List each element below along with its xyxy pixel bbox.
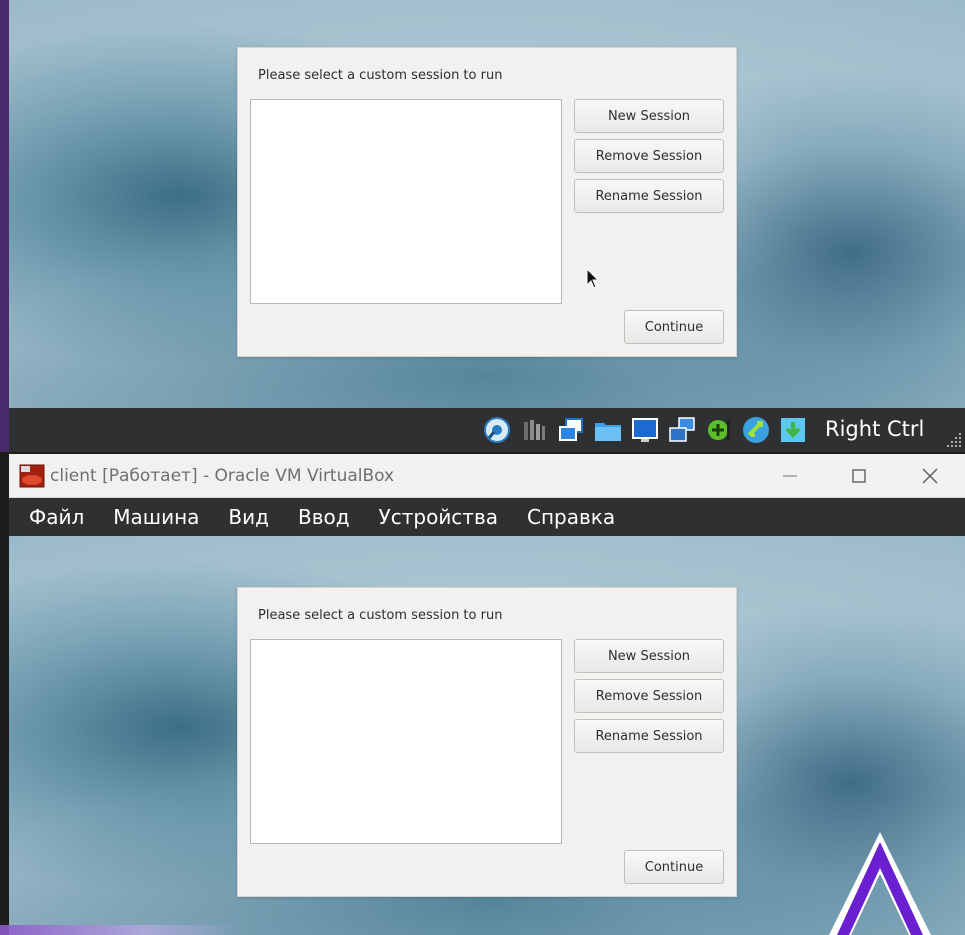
network-icon[interactable] [556, 415, 586, 445]
session-list[interactable] [250, 639, 562, 844]
mouse-integration-icon[interactable] [741, 415, 771, 445]
audio-icon[interactable] [519, 415, 549, 445]
dialog-prompt: Please select a custom session to run [258, 68, 503, 83]
guest-desktop[interactable]: Please select a custom session to run Ne… [9, 0, 965, 408]
remove-session-button[interactable]: Remove Session [574, 679, 724, 713]
continue-button[interactable]: Continue [624, 850, 724, 884]
menu-file[interactable]: Файл [9, 505, 99, 529]
video-capture-icon[interactable] [667, 415, 697, 445]
vm-status-bar: Right Ctrl [9, 408, 965, 452]
new-session-button[interactable]: New Session [574, 639, 724, 673]
window-border [0, 0, 9, 452]
window-title: client [Работает] - Oracle VM VirtualBox [50, 466, 395, 486]
menu-machine[interactable]: Машина [99, 505, 214, 529]
download-icon[interactable] [778, 415, 808, 445]
minimize-icon[interactable] [767, 460, 813, 492]
session-list[interactable] [250, 99, 562, 304]
rename-session-button[interactable]: Rename Session [574, 179, 724, 213]
menu-view[interactable]: Вид [214, 505, 284, 529]
triangle-logo-icon [829, 832, 931, 935]
menu-devices[interactable]: Устройства [364, 505, 512, 529]
virtualbox-app-icon [19, 464, 45, 488]
mouse-cursor-icon [586, 268, 600, 289]
host-key-label[interactable]: Right Ctrl [825, 417, 924, 441]
rename-session-button[interactable]: Rename Session [574, 719, 724, 753]
menu-bar: Файл Машина Вид Ввод Устройства Справка [9, 498, 965, 536]
remove-session-button[interactable]: Remove Session [574, 139, 724, 173]
close-icon[interactable] [907, 460, 953, 492]
virtualbox-window: client [Работает] - Oracle VM VirtualBox… [9, 454, 965, 935]
maximize-icon[interactable] [836, 460, 882, 492]
window-titlebar[interactable]: client [Работает] - Oracle VM VirtualBox [9, 454, 965, 498]
vm-display-top: Please select a custom session to run Ne… [0, 0, 965, 452]
resize-grip-icon[interactable] [945, 431, 963, 449]
session-dialog: Please select a custom session to run Ne… [237, 47, 737, 357]
guest-desktop-bottom[interactable]: Please select a custom session to run Ne… [9, 536, 965, 935]
display-icon[interactable] [630, 415, 660, 445]
menu-input[interactable]: Ввод [283, 505, 364, 529]
desktop-edge [0, 452, 9, 935]
taskbar-glow [0, 925, 240, 935]
dialog-prompt: Please select a custom session to run [258, 608, 503, 623]
hard-disk-icon[interactable] [482, 415, 512, 445]
session-dialog-bottom: Please select a custom session to run Ne… [237, 587, 737, 897]
usb-icon[interactable] [704, 415, 734, 445]
menu-help[interactable]: Справка [513, 505, 630, 529]
shared-folders-icon[interactable] [593, 415, 623, 445]
new-session-button[interactable]: New Session [574, 99, 724, 133]
continue-button[interactable]: Continue [624, 310, 724, 344]
